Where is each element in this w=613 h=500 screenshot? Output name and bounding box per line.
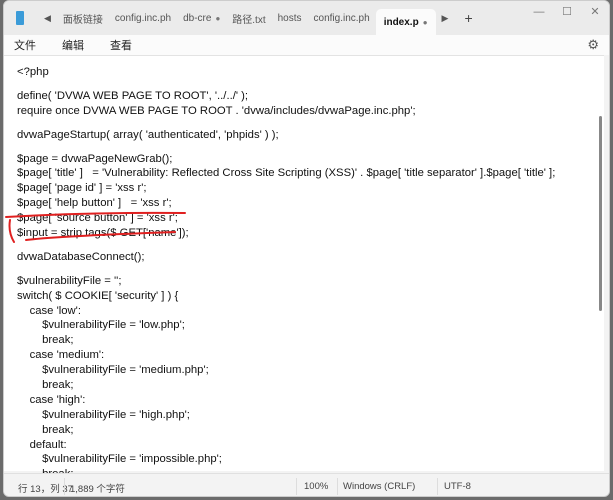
red-underline-annotation	[5, 211, 186, 243]
